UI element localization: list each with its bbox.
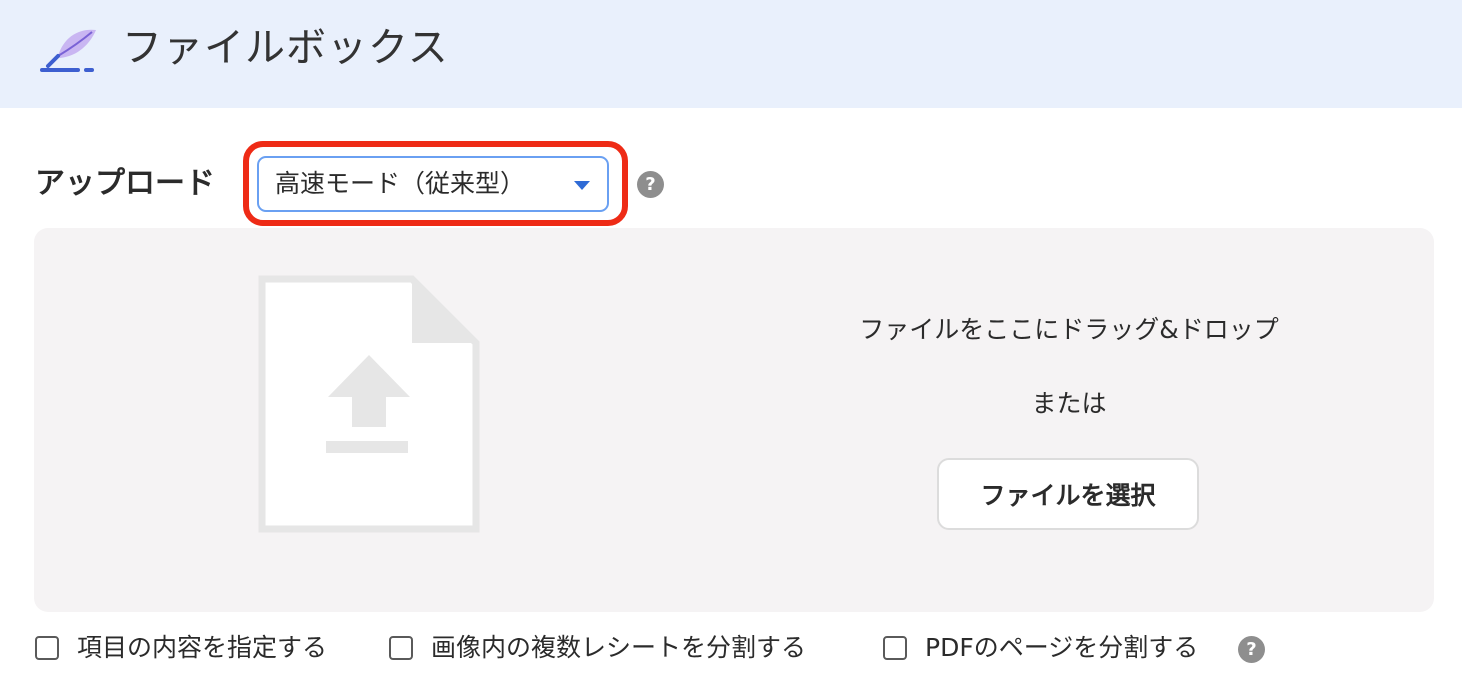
file-upload-icon xyxy=(258,275,480,533)
option-label: PDFのページを分割する xyxy=(925,633,1199,662)
feather-pen-icon xyxy=(40,29,96,72)
pdf-split-help-icon[interactable]: ? xyxy=(1238,636,1265,663)
drop-instruction: ファイルをここにドラッグ&ドロップ xyxy=(859,315,1279,344)
file-dropzone[interactable]: ファイルをここにドラッグ&ドロップ または ファイルを選択 xyxy=(34,228,1434,612)
option-specify-fields[interactable]: 項目の内容を指定する xyxy=(35,630,327,666)
checkbox[interactable] xyxy=(35,636,59,660)
option-label: 画像内の複数レシートを分割する xyxy=(431,633,807,662)
option-split-pdf-pages[interactable]: PDFのページを分割する xyxy=(883,630,1198,666)
caret-down-icon xyxy=(574,181,590,190)
option-split-receipts[interactable]: 画像内の複数レシートを分割する xyxy=(389,630,806,666)
checkbox[interactable] xyxy=(389,636,413,660)
help-question-icon[interactable]: ? xyxy=(637,171,664,198)
upload-mode-value: 高速モード（従来型） xyxy=(275,169,526,198)
option-label: 項目の内容を指定する xyxy=(77,633,328,662)
upload-mode-select[interactable]: 高速モード（従来型） xyxy=(257,156,609,212)
or-text: または xyxy=(1031,389,1107,418)
app-title: ファイルボックス xyxy=(122,25,449,71)
checkbox[interactable] xyxy=(883,636,907,660)
app-header: ファイルボックス xyxy=(0,0,1462,108)
select-file-button[interactable]: ファイルを選択 xyxy=(937,458,1199,530)
upload-label: アップロード xyxy=(35,166,215,201)
